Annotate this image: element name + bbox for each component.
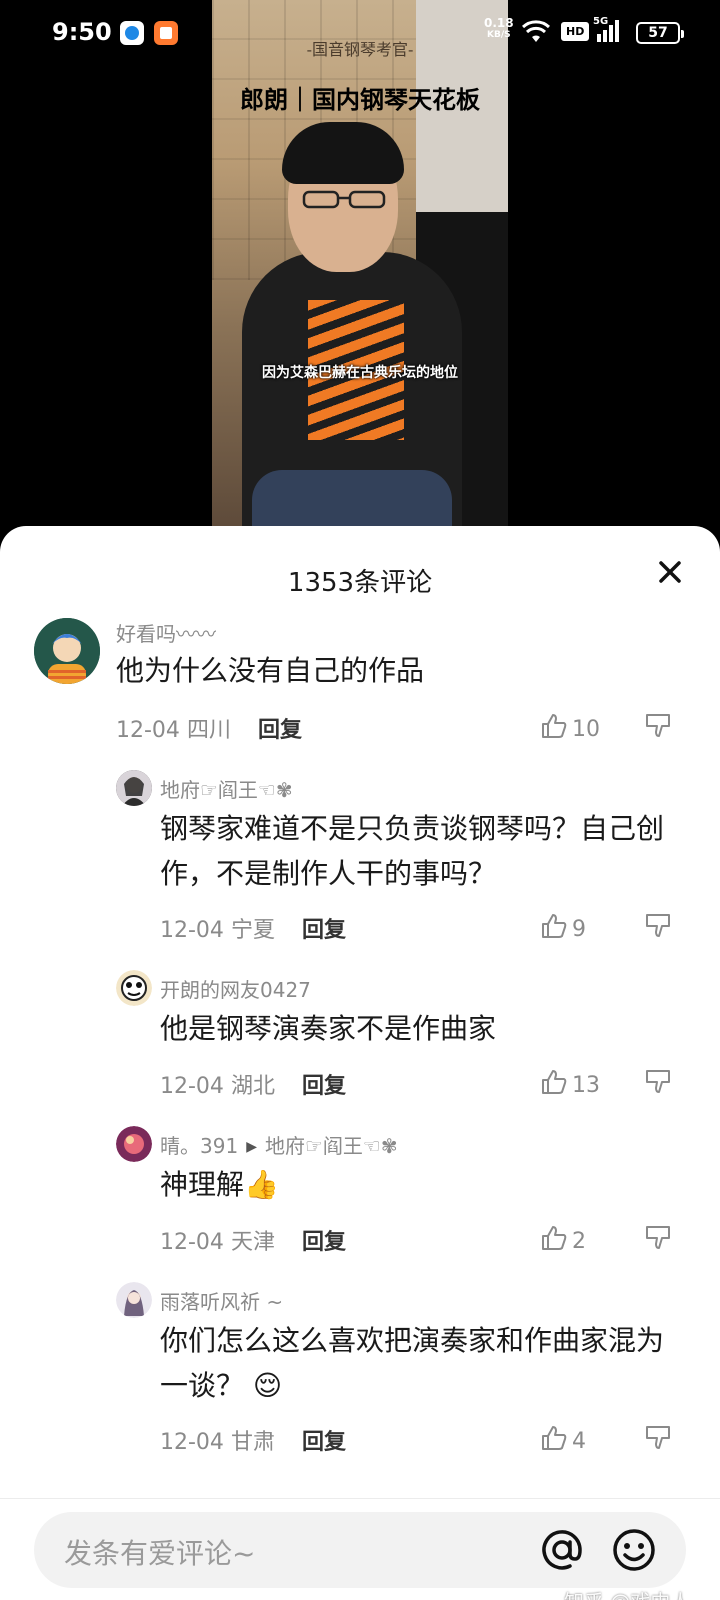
comment-count-title: 1353条评论 [287, 568, 433, 598]
comment-date: 12-04 [116, 718, 180, 743]
like-count: 2 [572, 1229, 586, 1254]
comment-username[interactable]: 晴。391 [160, 1134, 238, 1158]
thumbs-up-icon [542, 1070, 567, 1094]
like-button[interactable]: 9 [540, 912, 586, 942]
signal-icon: 5G [593, 16, 621, 44]
like-button[interactable]: 2 [540, 1224, 586, 1254]
thumbs-down-icon[interactable] [644, 912, 672, 940]
reply-button[interactable]: 回复 [302, 1224, 346, 1256]
like-count: 13 [572, 1073, 600, 1098]
mention-icon[interactable] [538, 1526, 586, 1574]
video-person-glasses [302, 190, 386, 209]
comment-meta: 12-04 湖北 [160, 1068, 275, 1100]
comment-username[interactable]: 雨落听风祈 ~ [160, 1286, 283, 1315]
status-time: 9:50 [52, 18, 112, 46]
thumbs-down-icon[interactable] [644, 1424, 672, 1452]
avatar[interactable] [34, 618, 100, 684]
emoji-icon[interactable] [610, 1526, 658, 1574]
comment-region: 甘肃 [230, 1430, 275, 1455]
comment-meta: 12-04 宁夏 [160, 912, 275, 944]
comment-date: 12-04 [160, 1074, 224, 1099]
like-button[interactable]: 13 [540, 1068, 600, 1098]
comment-region: 四川 [186, 718, 231, 743]
wifi-icon [522, 20, 550, 42]
reply-to-username[interactable]: 地府☞阎王☜✾ [265, 1134, 398, 1158]
reply-arrow-icon: ▶ [246, 1139, 257, 1155]
hd-badge: HD [561, 22, 590, 41]
comment-meta: 12-04 四川 [116, 712, 231, 744]
network-speed: 0.18 KB/S [484, 17, 514, 41]
watermark: 知乎 @戏中人 [564, 1586, 690, 1600]
reply-button[interactable]: 回复 [302, 1068, 346, 1100]
video-person-hair [282, 122, 404, 184]
comment-meta: 12-04 天津 [160, 1224, 275, 1256]
network-speed-unit: KB/S [487, 30, 511, 40]
comment-username[interactable]: 地府☞阎王☜✾ [160, 774, 293, 803]
comment-region: 宁夏 [230, 918, 275, 943]
like-count: 9 [572, 917, 586, 942]
close-icon[interactable] [652, 554, 688, 590]
comment-region: 天津 [230, 1230, 275, 1255]
comment-username-line: 晴。391 ▶ 地府☞阎王☜✾ [160, 1130, 398, 1159]
status-bar: 9:50 0.18 KB/S HD 5G 57 [0, 0, 720, 64]
thumbs-up-icon [542, 714, 567, 738]
thumbs-down-icon[interactable] [644, 712, 672, 740]
comment-date: 12-04 [160, 918, 224, 943]
comment-text: 他为什么没有自己的作品 [116, 654, 425, 687]
avatar[interactable] [116, 1126, 152, 1162]
like-count: 10 [572, 717, 600, 742]
battery-level: 57 [648, 25, 668, 41]
video-player[interactable]: -国音钢琴考官- 郎朗｜国内钢琴天花板 因为艾森巴赫在古典乐坛的地位 [212, 0, 508, 540]
network-speed-value: 0.18 [484, 16, 514, 30]
reply-button[interactable]: 回复 [302, 1424, 346, 1456]
thumbs-up-icon [542, 1226, 567, 1250]
battery-icon: 57 [636, 22, 684, 44]
notification-app-icon [120, 21, 144, 45]
input-divider [0, 1498, 720, 1499]
thumbs-down-icon[interactable] [644, 1224, 672, 1252]
video-subtitle: 因为艾森巴赫在古典乐坛的地位 [262, 365, 458, 381]
comment-text: 你们怎么这么喜欢把演奏家和作曲家混为一谈？ 😌 [160, 1324, 665, 1402]
comment-meta: 12-04 甘肃 [160, 1424, 275, 1456]
comment-text: 他是钢琴演奏家不是作曲家 [160, 1012, 497, 1045]
comment-username[interactable]: 好看吗〰〰 [116, 618, 216, 647]
avatar[interactable] [116, 770, 152, 806]
comment-text: 钢琴家难道不是只负责谈钢琴吗？自己创作，不是制作人干的事吗？ [160, 812, 665, 890]
thumbs-down-icon[interactable] [644, 1068, 672, 1096]
like-button[interactable]: 4 [540, 1424, 586, 1454]
comment-text: 神理解👍 [160, 1168, 279, 1201]
video-title: 郎朗｜国内钢琴天花板 [240, 85, 480, 114]
comment-date: 12-04 [160, 1230, 224, 1255]
avatar[interactable] [116, 970, 152, 1006]
reply-button[interactable]: 回复 [258, 712, 302, 744]
comment-input[interactable]: 发条有爱评论~ [34, 1512, 686, 1588]
thumbs-up-icon [542, 914, 567, 938]
reply-button[interactable]: 回复 [302, 912, 346, 944]
notification-reader-icon [154, 21, 178, 45]
comment-region: 湖北 [230, 1074, 275, 1099]
comment-username[interactable]: 开朗的网友0427 [160, 974, 311, 1003]
like-count: 4 [572, 1429, 586, 1454]
avatar[interactable] [116, 1282, 152, 1318]
comment-date: 12-04 [160, 1430, 224, 1455]
thumbs-up-icon [542, 1426, 567, 1450]
like-button[interactable]: 10 [540, 712, 600, 742]
comment-input-placeholder: 发条有爱评论~ [64, 1537, 256, 1570]
